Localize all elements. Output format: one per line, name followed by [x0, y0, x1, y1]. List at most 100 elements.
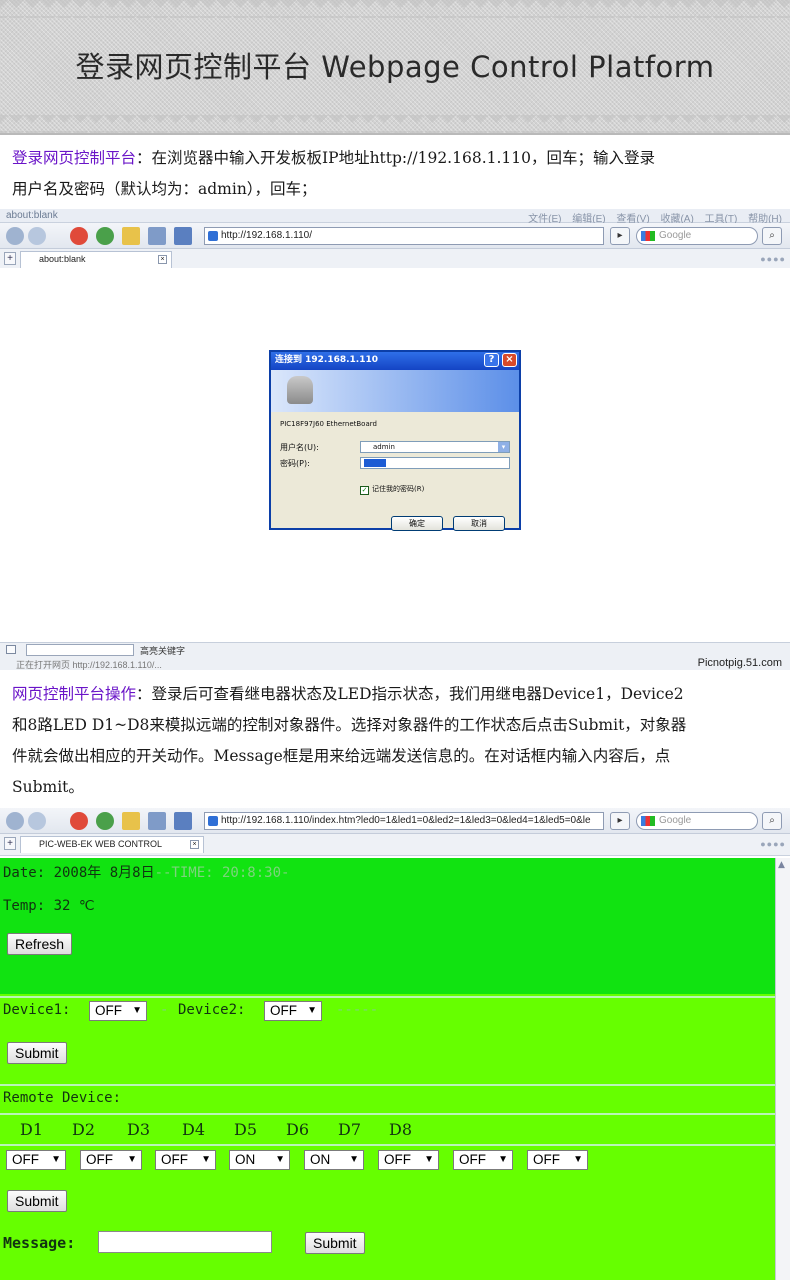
close-tab-icon[interactable]: × — [190, 840, 199, 849]
forward-icon[interactable] — [28, 227, 46, 245]
address-bar[interactable]: http://192.168.1.110/ — [204, 227, 604, 245]
led-select-d6[interactable]: OFF ▼ — [378, 1150, 439, 1170]
refresh-icon[interactable] — [96, 812, 114, 830]
find-input[interactable] — [26, 644, 134, 656]
led-d3-state: OFF — [161, 1152, 188, 1167]
password-field[interactable] — [360, 457, 510, 469]
refresh-icon[interactable] — [96, 227, 114, 245]
banner-pattern-bottom — [0, 115, 790, 133]
favorites-icon[interactable] — [174, 812, 192, 830]
home-icon[interactable] — [122, 812, 140, 830]
remember-password[interactable]: ✓ 记住我的密码(R) — [360, 484, 424, 495]
cancel-button[interactable]: 取消 — [453, 516, 505, 531]
led-submit-button[interactable]: Submit — [7, 1190, 67, 1212]
tab-list-icon[interactable]: ●●●● — [760, 839, 786, 849]
help-icon[interactable]: ? — [484, 353, 499, 367]
vertical-scrollbar[interactable]: ▲ — [775, 858, 790, 1280]
device1-value: OFF — [95, 1003, 122, 1018]
para2-line4: Submit。 — [12, 778, 84, 796]
para2-line2: 和8路LED D1~D8来模拟远端的控制对象器件。选择对象器件的工作状态后点击S… — [12, 716, 687, 734]
led-label-d6: D6 — [286, 1120, 310, 1139]
search-icon[interactable]: ⌕ — [762, 227, 782, 245]
led-select-d1[interactable]: OFF ▼ — [6, 1150, 66, 1170]
led-select-d3[interactable]: OFF ▼ — [155, 1150, 216, 1170]
history-icon[interactable] — [148, 812, 166, 830]
device1-select[interactable]: OFF ▼ — [89, 1001, 147, 1021]
ok-button[interactable]: 确定 — [391, 516, 443, 531]
password-label: 密码(P): — [280, 459, 310, 468]
trailing-dashes: ----- — [336, 1002, 379, 1018]
led-label-d8: D8 — [389, 1120, 413, 1139]
device2-label: Device2: — [178, 1002, 246, 1018]
device2-select[interactable]: OFF ▼ — [264, 1001, 322, 1021]
new-tab-icon[interactable]: + — [4, 252, 16, 265]
search-icon[interactable]: ⌕ — [762, 812, 782, 830]
intro-paragraph-operation: 网页控制平台操作：登录后可查看继电器状态及LED指示状态，我们用继电器Devic… — [12, 679, 782, 803]
new-tab-icon[interactable]: + — [4, 837, 16, 850]
tab-about-blank[interactable]: about:blank × — [20, 251, 172, 268]
led-select-d2[interactable]: OFF ▼ — [80, 1150, 142, 1170]
led-select-d5[interactable]: ON ▼ — [304, 1150, 364, 1170]
browser-window-1: about:blank 文件(E) 编辑(E) 查看(V) 收藏(A) 工具(T… — [0, 209, 790, 269]
device-submit-button[interactable]: Submit — [7, 1042, 67, 1064]
stop-icon[interactable] — [70, 227, 88, 245]
led-select-d4[interactable]: ON ▼ — [229, 1150, 290, 1170]
tab-list-icon[interactable]: ●●●● — [760, 254, 786, 264]
chevron-down-icon: ▼ — [51, 1154, 61, 1165]
go-button[interactable]: ▸ — [610, 227, 630, 245]
back-icon[interactable] — [6, 227, 24, 245]
search-input[interactable]: Google — [636, 227, 758, 245]
scroll-up-icon[interactable]: ▲ — [778, 860, 785, 870]
chevron-down-icon[interactable]: ▾ — [498, 442, 509, 452]
led-label-d2: D2 — [72, 1120, 96, 1139]
go-button[interactable]: ▸ — [610, 812, 630, 830]
message-submit-button[interactable]: Submit — [305, 1232, 365, 1254]
username-label: 用户名(U): — [280, 443, 319, 452]
tab-label: PIC-WEB-EK WEB CONTROL — [39, 839, 163, 849]
forward-icon[interactable] — [28, 812, 46, 830]
dialog-title: 连接到 192.168.1.110 — [275, 355, 379, 365]
message-label: Message: — [3, 1234, 76, 1252]
message-input[interactable] — [98, 1231, 272, 1253]
tab-web-control[interactable]: PIC-WEB-EK WEB CONTROL × — [20, 836, 204, 853]
login-dialog: 连接到 192.168.1.110 ? × PIC18F97J60 Ethern… — [269, 350, 521, 531]
led-select-d8[interactable]: OFF ▼ — [527, 1150, 588, 1170]
remote-device-label: Remote Device: — [3, 1090, 122, 1106]
browser-tabbar: + about:blank × ●●●● — [0, 249, 790, 269]
back-icon[interactable] — [6, 812, 24, 830]
stop-icon[interactable] — [70, 812, 88, 830]
chevron-down-icon: ▼ — [498, 1154, 508, 1165]
address-bar[interactable]: http://192.168.1.110/index.htm?led0=1&le… — [204, 812, 604, 830]
close-tab-icon[interactable]: × — [158, 255, 167, 264]
page-icon — [208, 231, 218, 241]
led-labels-row: D1 D2 D3 D4 D5 D6 D7 D8 — [0, 1120, 775, 1144]
led-label-d4: D4 — [182, 1120, 206, 1139]
para1-highlight: 登录网页控制平台 — [12, 149, 137, 167]
search-input[interactable]: Google — [636, 812, 758, 830]
find-close-icon[interactable] — [6, 645, 16, 654]
close-icon[interactable]: × — [502, 353, 517, 367]
led-d4-state: ON — [235, 1152, 256, 1167]
checkbox-icon[interactable]: ✓ — [360, 486, 369, 495]
chevron-down-icon: ▼ — [201, 1154, 211, 1165]
password-mask — [364, 459, 386, 467]
browser-tabbar-2: + PIC-WEB-EK WEB CONTROL × ●●●● — [0, 834, 790, 856]
refresh-button[interactable]: Refresh — [7, 933, 73, 955]
led-d1-state: OFF — [12, 1152, 39, 1167]
dialog-titlebar: 连接到 192.168.1.110 ? × — [271, 352, 519, 370]
highlight-keyword-button[interactable]: 高亮关键字 — [140, 644, 185, 657]
favorites-icon[interactable] — [174, 227, 192, 245]
browser-statusbar: 高亮关键字 正在打开网页 http://192.168.1.110/... Pi… — [0, 642, 790, 670]
led-select-d7[interactable]: OFF ▼ — [453, 1150, 513, 1170]
home-icon[interactable] — [122, 227, 140, 245]
para1-line1: 登录网页控制平台：在浏览器中输入开发板板IP地址http://192.168.1… — [12, 143, 782, 174]
status-section: Date: 2008年 8月8日--TIME: 20:8:30- Temp: 3… — [0, 858, 775, 994]
device1-label: Device1: — [3, 1002, 71, 1018]
led-label-d1: D1 — [20, 1120, 44, 1139]
remember-label: 记住我的密码(R) — [372, 485, 425, 493]
address-text: http://192.168.1.110/index.htm?led0=1&le… — [221, 815, 591, 826]
para2-line1: 网页控制平台操作：登录后可查看继电器状态及LED指示状态，我们用继电器Devic… — [12, 679, 782, 710]
username-field[interactable]: admin ▾ — [360, 441, 510, 453]
history-icon[interactable] — [148, 227, 166, 245]
chevron-down-icon: ▼ — [424, 1154, 434, 1165]
